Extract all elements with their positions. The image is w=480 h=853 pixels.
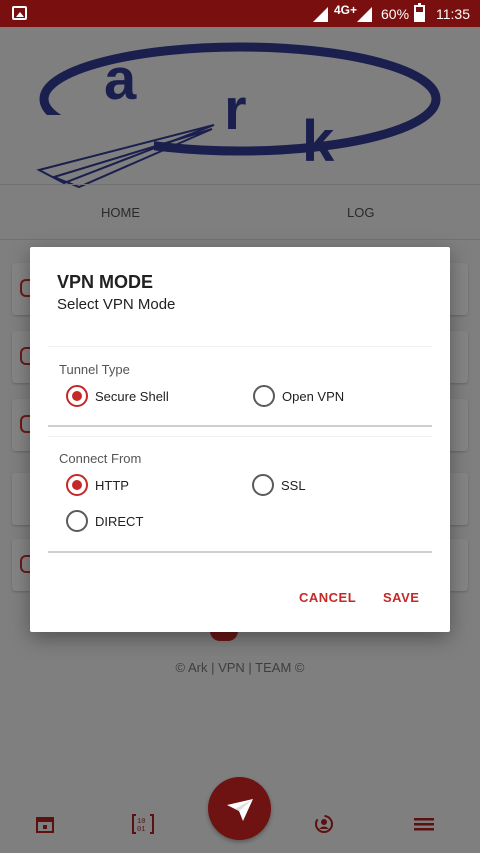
battery-percent: 60%	[381, 6, 410, 22]
svg-text:a: a	[104, 47, 137, 112]
ark-logo: a r k	[34, 42, 441, 195]
svg-text:10: 10	[137, 818, 145, 826]
cancel-button[interactable]: CANCEL	[299, 590, 356, 605]
radio-secure-shell[interactable]: Secure Shell	[66, 385, 169, 407]
connect-fab[interactable]	[208, 777, 271, 840]
radio-checked-icon	[66, 474, 88, 496]
dialog-subtitle: Select VPN Mode	[57, 296, 176, 313]
refresh-user-icon[interactable]	[313, 813, 335, 835]
radio-unchecked-icon	[253, 385, 275, 407]
footer-credit: © Ark | VPN | TEAM ©	[175, 660, 305, 675]
clock: 11:35	[436, 6, 470, 22]
binary-icon[interactable]: 10 01	[132, 813, 154, 835]
tab-log[interactable]: LOG	[347, 205, 374, 220]
radio-unchecked-icon	[66, 510, 88, 532]
image-notification-icon	[12, 6, 27, 20]
status-bar: 4G+ 60% 11:35	[0, 0, 480, 27]
radio-unchecked-icon	[252, 474, 274, 496]
radio-direct[interactable]: DIRECT	[66, 510, 143, 532]
tab-home[interactable]: HOME	[101, 205, 140, 220]
radio-http[interactable]: HTTP	[66, 474, 129, 496]
tunnel-type-label: Tunnel Type	[59, 362, 130, 377]
connect-from-label: Connect From	[59, 451, 142, 466]
radio-ssl[interactable]: SSL	[252, 474, 306, 496]
tunnel-type-section: Tunnel Type Secure Shell Open VPN	[48, 346, 432, 427]
dialog-title: VPN MODE	[57, 272, 154, 292]
send-icon	[227, 799, 253, 821]
menu-icon[interactable]	[413, 813, 435, 835]
connect-from-section: Connect From HTTP SSL DIRECT	[48, 436, 432, 553]
radio-open-vpn[interactable]: Open VPN	[253, 385, 344, 407]
svg-text:01: 01	[137, 826, 145, 834]
svg-text:k: k	[302, 109, 335, 174]
vpn-mode-dialog: VPN MODE Select VPN Mode Tunnel Type Sec…	[30, 247, 450, 632]
battery-icon	[414, 3, 425, 22]
signal-icon-2	[357, 7, 372, 22]
bottom-nav: 10 01	[0, 777, 480, 853]
calendar-icon[interactable]	[34, 813, 56, 835]
svg-text:r: r	[224, 77, 247, 142]
main-tabs: HOME LOG	[0, 184, 480, 240]
radio-checked-icon	[66, 385, 88, 407]
network-type: 4G+	[334, 3, 358, 17]
save-button[interactable]: SAVE	[383, 590, 419, 605]
signal-icon	[313, 7, 328, 22]
